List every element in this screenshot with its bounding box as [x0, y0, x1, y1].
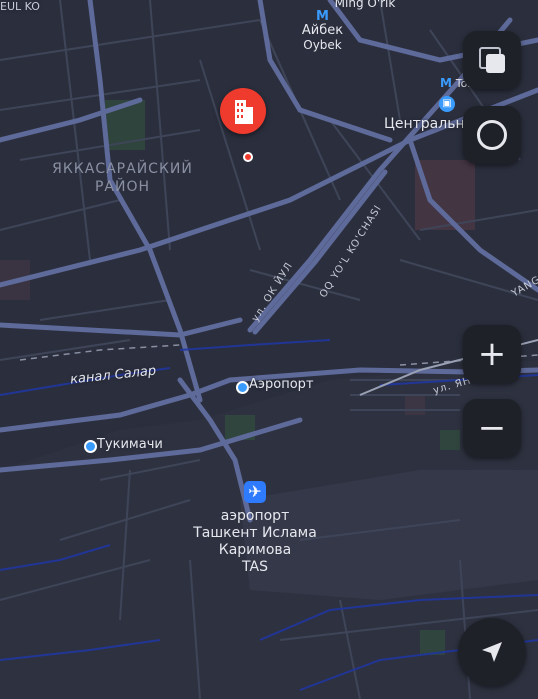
- building-icon: [235, 100, 253, 124]
- minus-icon: −: [477, 408, 507, 448]
- plus-icon: +: [477, 334, 507, 374]
- pin-location-dot: [243, 152, 253, 162]
- selected-building-pin[interactable]: [220, 88, 266, 134]
- place-tukimachi-marker[interactable]: [84, 440, 97, 453]
- navigation-arrow-icon: [482, 642, 502, 662]
- district-name-line2: РАЙОН: [94, 179, 151, 195]
- map-view[interactable]: ЯККАСАРАЙСКИЙ РАЙОН EUL KO Ming O'rik M …: [0, 0, 538, 699]
- airport-poi-label[interactable]: аэропорт Ташкент Ислама Каримова TAS: [180, 508, 330, 576]
- metro-ming-orik-label: Ming O'rik: [334, 0, 396, 10]
- airport-label-line4: TAS: [242, 559, 268, 575]
- airport-icon[interactable]: ✈: [244, 481, 266, 503]
- alice-assistant-button[interactable]: [463, 106, 521, 164]
- place-airport-marker[interactable]: [236, 381, 249, 394]
- assistant-icon: [477, 120, 507, 150]
- train-icon: ▣: [439, 96, 455, 112]
- metro-icon: M: [440, 76, 452, 90]
- street-top-left: EUL KO: [0, 0, 40, 13]
- airport-label-line1: аэропорт: [220, 508, 290, 524]
- metro-icon: M: [316, 9, 329, 24]
- map-base: [0, 0, 538, 699]
- district-label: ЯККАСАРАЙСКИЙ РАЙОН: [40, 160, 205, 196]
- airport-label-line3: Каримова: [218, 542, 292, 558]
- airport-label-line2: Ташкент Ислама: [193, 525, 317, 541]
- layers-button[interactable]: [463, 31, 521, 89]
- district-name-line1: ЯККАСАРАЙСКИЙ: [52, 161, 193, 177]
- metro-aybek-label-en: Oybek: [303, 38, 342, 52]
- my-location-button[interactable]: [458, 618, 526, 686]
- metro-ming-orik[interactable]: Ming O'rik: [330, 0, 400, 10]
- place-tukimachi-label[interactable]: Тукимачи: [97, 437, 163, 452]
- metro-aybek[interactable]: M Айбек Oybek: [290, 9, 355, 53]
- central-station-label[interactable]: Центральны: [384, 116, 476, 132]
- metro-aybek-label-ru: Айбек: [301, 23, 344, 38]
- place-airport-label[interactable]: Аэропорт: [249, 377, 314, 392]
- layers-icon: [479, 47, 505, 73]
- zoom-out-button[interactable]: −: [463, 399, 521, 457]
- zoom-in-button[interactable]: +: [463, 325, 521, 383]
